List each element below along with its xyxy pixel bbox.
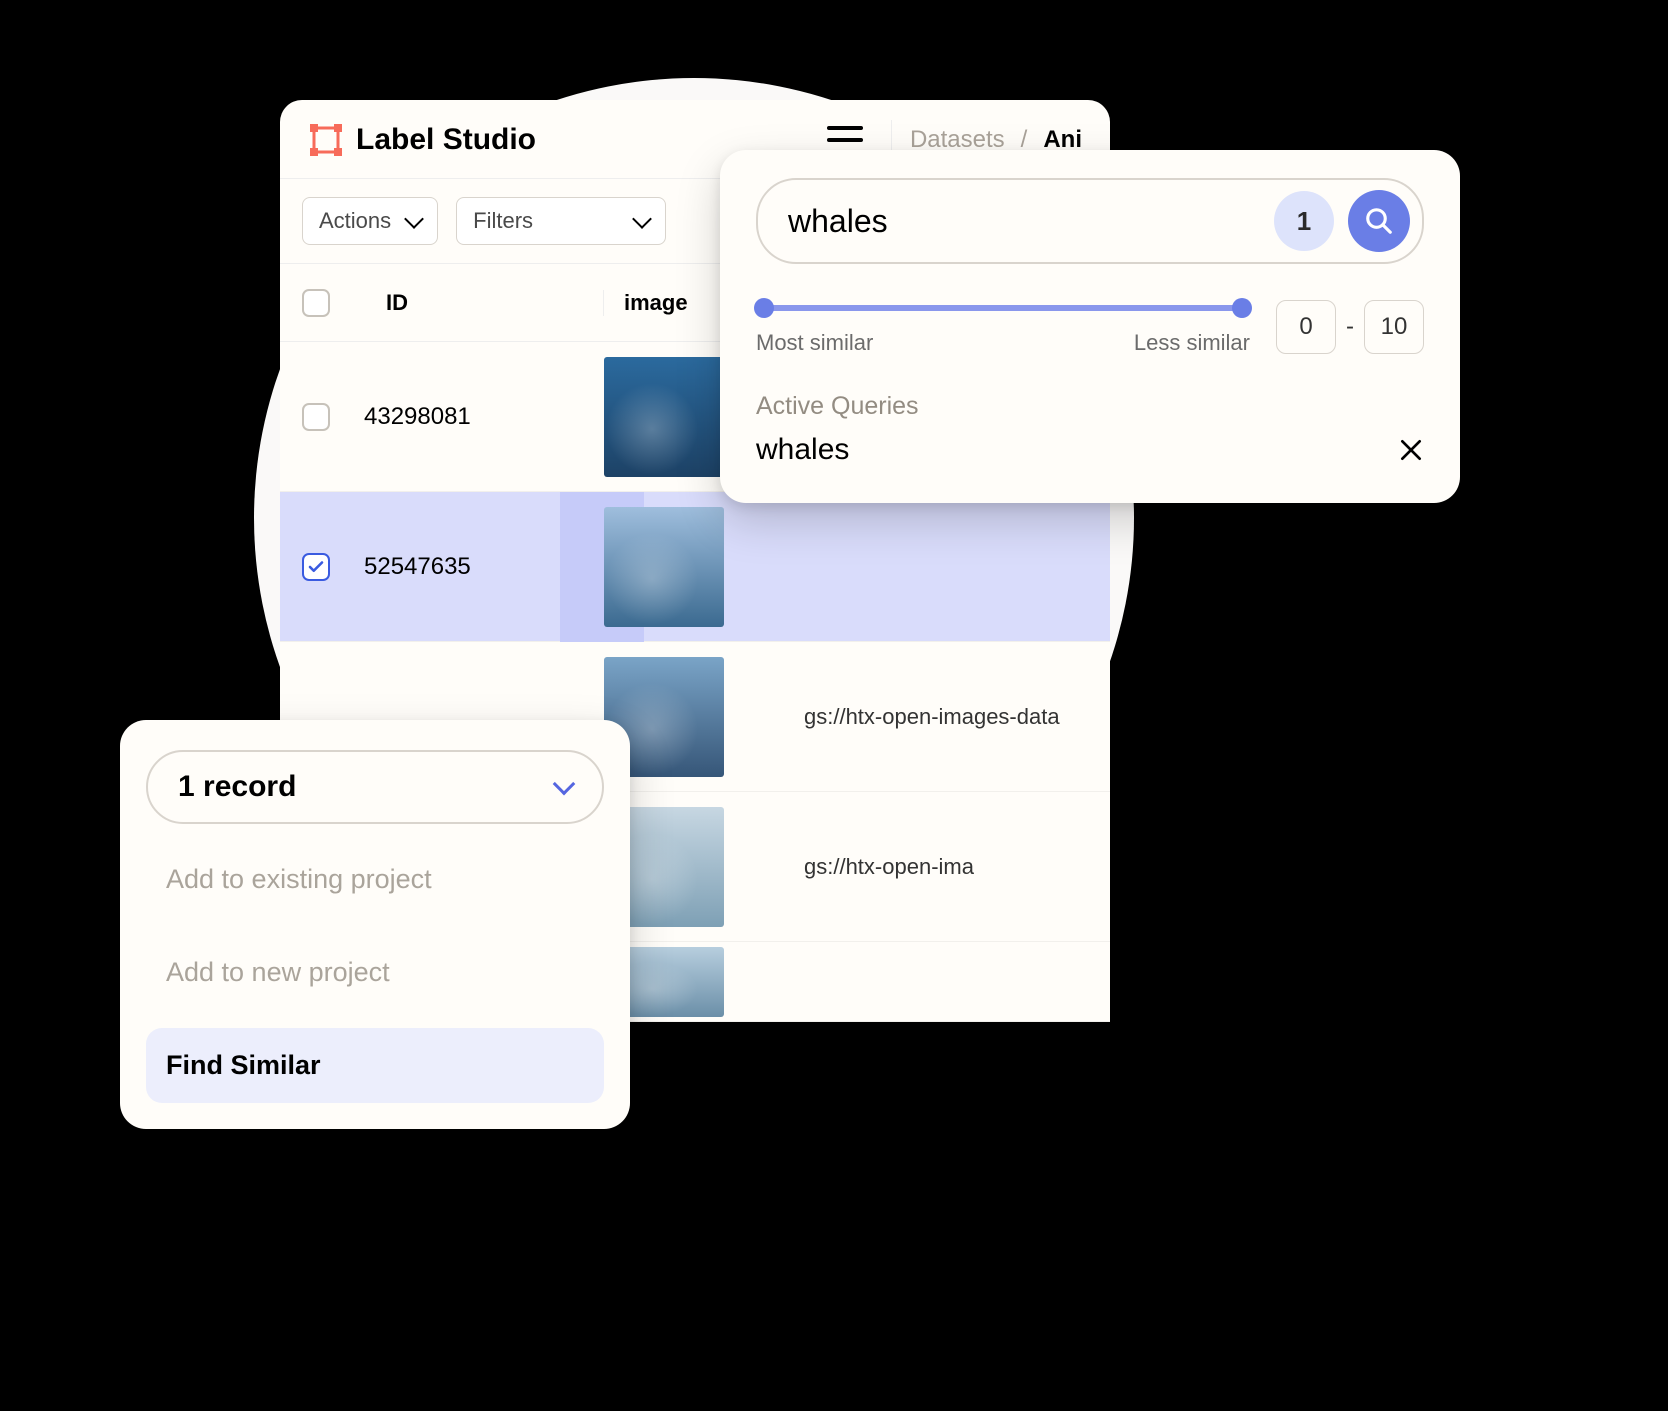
column-header-id[interactable]: ID <box>354 290 604 316</box>
row-id: 52547635 <box>354 553 604 581</box>
search-input[interactable]: whales <box>788 203 1260 240</box>
search-button[interactable] <box>1348 190 1410 252</box>
similarity-slider-row: Most similar Less similar 0 - 10 <box>756 298 1424 356</box>
label-studio-icon <box>308 122 344 158</box>
active-queries-title: Active Queries <box>756 392 1424 421</box>
query-count-badge: 1 <box>1274 191 1334 251</box>
chevron-down-icon <box>404 209 424 229</box>
search-bar: whales 1 <box>756 178 1424 264</box>
records-dropdown[interactable]: 1 record <box>146 750 604 824</box>
menu-item-add-existing[interactable]: Add to existing project <box>146 842 604 917</box>
row-path: gs://htx-open-images-data <box>784 704 1088 730</box>
search-panel: whales 1 Most similar Less similar 0 - 1… <box>720 150 1460 503</box>
check-icon <box>307 558 325 576</box>
menu-item-add-new[interactable]: Add to new project <box>146 935 604 1010</box>
row-id: 43298081 <box>354 403 604 431</box>
slider-handle-right[interactable] <box>1232 298 1252 318</box>
range-min-input[interactable]: 0 <box>1276 300 1336 354</box>
app-logo[interactable]: Label Studio <box>308 122 536 158</box>
context-menu-panel: 1 record Add to existing project Add to … <box>120 720 630 1129</box>
thumbnail[interactable] <box>604 507 724 627</box>
filters-label: Filters <box>473 208 533 234</box>
close-icon[interactable] <box>1398 437 1424 463</box>
slider-handle-left[interactable] <box>754 298 774 318</box>
menu-item-find-similar[interactable]: Find Similar <box>146 1028 604 1103</box>
slider-label-right: Less similar <box>1134 330 1250 356</box>
range-inputs: 0 - 10 <box>1276 300 1424 354</box>
actions-dropdown[interactable]: Actions <box>302 197 438 245</box>
select-all-checkbox[interactable] <box>302 289 330 317</box>
range-max-input[interactable]: 10 <box>1364 300 1424 354</box>
thumbnail[interactable] <box>604 357 724 477</box>
actions-label: Actions <box>319 208 391 234</box>
table-row[interactable]: 52547635 <box>280 492 1110 642</box>
filters-dropdown[interactable]: Filters <box>456 197 666 245</box>
active-query-row: whales <box>756 433 1424 467</box>
range-separator: - <box>1346 313 1354 341</box>
row-path: gs://htx-open-ima <box>784 854 1088 880</box>
row-checkbox[interactable] <box>302 403 330 431</box>
chevron-down-icon <box>553 773 576 796</box>
slider-label-left: Most similar <box>756 330 873 356</box>
records-label: 1 record <box>178 770 296 804</box>
app-title: Label Studio <box>356 123 536 157</box>
row-checkbox[interactable] <box>302 553 330 581</box>
search-icon <box>1364 206 1394 236</box>
active-query-text: whales <box>756 433 849 467</box>
chevron-down-icon <box>632 209 652 229</box>
similarity-slider[interactable] <box>756 298 1250 318</box>
